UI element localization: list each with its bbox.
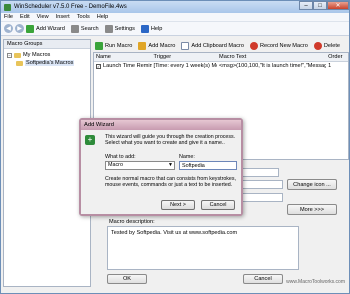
- tree-child-label: Softpedia's Macros: [25, 60, 75, 66]
- dialog-title: Add Wizard: [81, 120, 241, 130]
- next-button[interactable]: Next >: [161, 200, 195, 210]
- macro-description-field[interactable]: Tested by Softpedia. Visit us at www.sof…: [107, 226, 299, 270]
- chevron-down-icon[interactable]: ▼: [168, 162, 173, 169]
- dialog-body: + This wizard will guide you through the…: [81, 130, 241, 214]
- cell-name: ✓ Launch Time Reminder: [94, 62, 152, 71]
- maximize-button[interactable]: □: [313, 1, 327, 10]
- name-input[interactable]: [179, 161, 237, 170]
- delete-button[interactable]: Delete: [313, 41, 341, 50]
- macro-groups-pane: Macro Groups − My Macros Softpedia's Mac…: [3, 39, 91, 287]
- cell-name-text: Launch Time Reminder: [103, 63, 152, 69]
- macro-groups-header: Macro Groups: [4, 40, 90, 49]
- close-button[interactable]: ✕: [327, 1, 349, 10]
- menu-bar: File Edit View Insert Tools Help: [1, 13, 349, 22]
- menu-view[interactable]: View: [37, 14, 49, 20]
- window-controls: – □ ✕: [299, 1, 349, 11]
- add-macro-label: Add Macro: [148, 42, 176, 49]
- settings-label: Settings: [114, 25, 135, 32]
- macro-description-label: Macro description:: [109, 219, 155, 225]
- add-macro-button[interactable]: Add Macro: [138, 41, 176, 50]
- record-label: Record New Macro: [259, 42, 308, 49]
- record-macro-button[interactable]: Record New Macro: [249, 41, 308, 50]
- help-icon: [140, 24, 149, 33]
- column-header-trigger[interactable]: Trigger: [152, 53, 217, 61]
- menu-help[interactable]: Help: [97, 14, 109, 20]
- help-button[interactable]: Help: [140, 24, 163, 33]
- run-macro-label: Run Macro: [105, 42, 133, 49]
- delete-icon: [313, 41, 322, 50]
- column-header-name[interactable]: Name: [94, 53, 152, 61]
- run-macro-button[interactable]: Run Macro: [95, 41, 133, 50]
- column-header-order[interactable]: Order: [326, 53, 348, 61]
- name-label: Name:: [179, 154, 195, 160]
- search-label: Search: [80, 25, 99, 32]
- more-button[interactable]: More >>>: [287, 204, 337, 215]
- menu-edit[interactable]: Edit: [20, 14, 30, 20]
- tree-root-label: My Macros: [23, 52, 51, 58]
- play-icon: [95, 41, 103, 50]
- tree-node-root[interactable]: − My Macros: [7, 51, 87, 59]
- add-clipboard-label: Add Clipboard Macro: [191, 42, 244, 49]
- delete-label: Delete: [323, 42, 341, 49]
- back-arrow-icon[interactable]: ◀: [4, 24, 13, 33]
- minimize-button[interactable]: –: [299, 1, 313, 10]
- cancel-button[interactable]: Cancel: [243, 274, 283, 284]
- record-icon: [249, 41, 258, 50]
- change-icon-button[interactable]: Change icon ...: [287, 179, 337, 190]
- add-wizard-icon: [26, 24, 34, 33]
- forward-arrow-icon[interactable]: ▶: [15, 24, 24, 33]
- collapse-icon[interactable]: −: [7, 52, 12, 58]
- what-to-add-value: Macro: [108, 162, 123, 168]
- menu-insert[interactable]: Insert: [56, 14, 70, 20]
- cell-macro-text: <msg>(100,100,"It is launch time!","Mess…: [219, 63, 327, 69]
- cell-order: 1: [328, 63, 332, 69]
- add-macro-icon: [138, 41, 147, 50]
- tree-node-child[interactable]: Softpedia's Macros: [7, 59, 87, 67]
- app-icon: [4, 3, 11, 11]
- add-wizard-button[interactable]: Add Wizard: [26, 24, 65, 33]
- clipboard-icon: [181, 41, 190, 50]
- settings-button[interactable]: Settings: [104, 24, 135, 33]
- search-icon: [70, 24, 79, 33]
- watermark-text: www.MacroToolworks.com: [286, 279, 345, 285]
- menu-file[interactable]: File: [4, 14, 13, 20]
- add-clipboard-macro-button[interactable]: Add Clipboard Macro: [181, 41, 244, 50]
- dialog-cancel-button[interactable]: Cancel: [201, 200, 235, 210]
- macro-description-text: Tested by Softpedia. Visit us at www.sof…: [111, 230, 238, 236]
- title-bar: WinScheduler v7.5.0 Free - DemoFile.4ws …: [1, 1, 349, 13]
- menu-tools[interactable]: Tools: [77, 14, 90, 20]
- add-wizard-dialog: Add Wizard + This wizard will guide you …: [79, 118, 243, 216]
- dialog-description: Create normal macro that can consists fr…: [105, 176, 236, 189]
- app-window: WinScheduler v7.5.0 Free - DemoFile.4ws …: [0, 0, 350, 294]
- ok-button[interactable]: OK: [107, 274, 147, 284]
- help-label: Help: [150, 25, 163, 32]
- folder-icon: [16, 60, 23, 66]
- column-header-macro-text[interactable]: Macro Text: [217, 53, 326, 61]
- search-button[interactable]: Search: [70, 24, 99, 33]
- wizard-plus-icon: +: [85, 135, 95, 145]
- what-to-add-select[interactable]: Macro ▼: [105, 161, 175, 170]
- window-title: WinScheduler v7.5.0 Free - DemoFile.4ws: [14, 4, 127, 10]
- enabled-checkbox[interactable]: ✓: [96, 64, 101, 69]
- macro-toolbar: Run Macro Add Macro Add Clipboard Macro …: [93, 39, 349, 52]
- folder-icon: [14, 52, 21, 58]
- cell-trigger: [Time: every 1 week(s) Mo,T...: [153, 63, 217, 69]
- main-toolbar: ◀ ▶ Add Wizard Search Settings Help: [1, 22, 349, 36]
- macro-tree: − My Macros Softpedia's Macros: [4, 49, 90, 69]
- what-to-add-label: What to add:: [105, 154, 136, 160]
- dialog-intro: This wizard will guide you through the c…: [105, 134, 236, 147]
- add-wizard-label: Add Wizard: [36, 25, 65, 32]
- table-header: Name Trigger Macro Text Order: [94, 53, 348, 62]
- table-row[interactable]: ✓ Launch Time Reminder [Time: every 1 we…: [94, 62, 348, 71]
- gear-icon: [104, 24, 113, 33]
